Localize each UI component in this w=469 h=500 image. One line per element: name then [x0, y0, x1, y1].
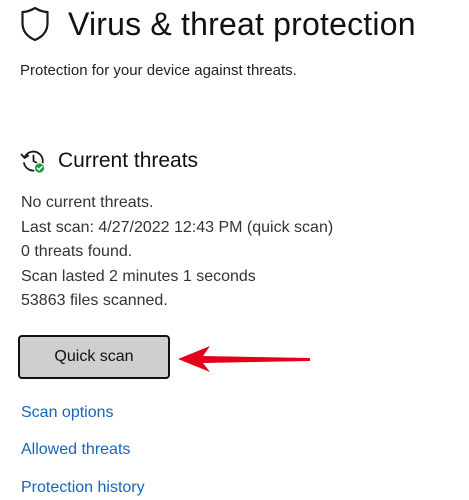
page-title: Virus & threat protection [68, 5, 416, 42]
section-title: Current threats [58, 149, 199, 172]
protection-history-link[interactable]: Protection history [21, 479, 145, 497]
allowed-threats-link[interactable]: Allowed threats [21, 441, 130, 459]
status-no-threats: No current threats. [21, 194, 154, 211]
scan-options-link[interactable]: Scan options [21, 404, 114, 422]
status-files-scanned: 53863 files scanned. [21, 292, 168, 309]
history-icon [20, 150, 46, 174]
status-scan-duration: Scan lasted 2 minutes 1 seconds [21, 267, 256, 285]
status-threats-found: 0 threats found. [21, 243, 133, 260]
status-last-scan: Last scan: 4/27/2022 12:43 PM (quick sca… [21, 218, 334, 236]
page-header: Virus & threat protection [20, 4, 416, 44]
page-subtitle: Protection for your device against threa… [20, 62, 297, 79]
current-threats-header: Current threats [20, 144, 198, 178]
scan-status-list: No current threats. Last scan: 4/27/2022… [21, 191, 333, 314]
shield-icon [21, 6, 49, 42]
red-arrow-annotation [178, 346, 310, 372]
quick-scan-button[interactable]: Quick scan [18, 335, 170, 379]
